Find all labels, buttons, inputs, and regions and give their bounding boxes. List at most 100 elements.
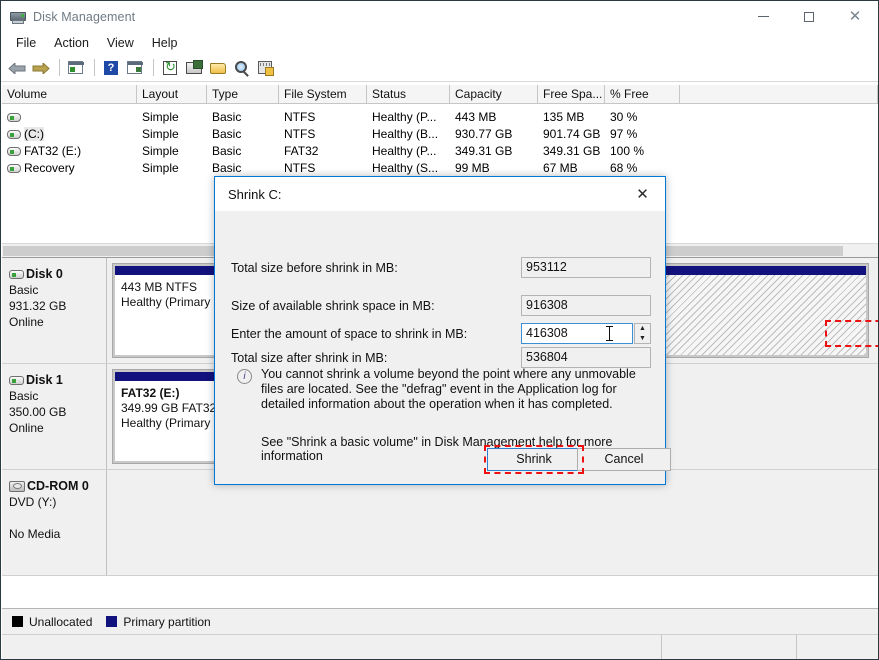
label-shrink-amount: Enter the amount of space to shrink in M…	[231, 327, 468, 341]
cell-free-space: 135 MB	[543, 109, 585, 124]
stepper-up-icon[interactable]: ▲	[635, 324, 650, 334]
disk-info-1: Disk 1 Basic 350.00 GB Online	[2, 364, 107, 469]
minimize-button[interactable]	[740, 1, 786, 32]
disk-size: 350.00 GB	[9, 405, 67, 419]
dialog-body: Total size before shrink in MB: 953112 S…	[215, 211, 878, 486]
disk-icon	[9, 376, 24, 386]
cell-capacity: 443 MB	[455, 109, 497, 124]
cell-file-system: NTFS	[284, 109, 316, 124]
up-one-level-icon[interactable]	[65, 57, 87, 79]
disk-state: Online	[9, 421, 44, 435]
shrink-button[interactable]: Shrink	[487, 448, 581, 471]
dialog-title: Shrink C:	[228, 186, 282, 202]
rescan-disks-icon[interactable]	[183, 57, 205, 79]
forward-icon[interactable]	[30, 57, 52, 79]
shrink-amount-stepper[interactable]: ▲ ▼	[634, 323, 651, 344]
cell-percent-free: 97 %	[610, 126, 638, 141]
label-total-size-before: Total size before shrink in MB:	[231, 261, 398, 275]
cell-volume: (C:)	[24, 126, 44, 141]
disk-name: Disk 1	[26, 373, 63, 387]
disk-info-0: Disk 0 Basic 931.32 GB Online	[2, 258, 107, 363]
legend-label-unallocated: Unallocated	[29, 614, 93, 629]
table-row[interactable]: Recovery Simple Basic NTFS Healthy (S...…	[2, 159, 878, 176]
refresh-icon[interactable]	[159, 57, 181, 79]
toolbar-separator	[94, 59, 95, 76]
column-header-file-system[interactable]: File System	[279, 85, 367, 104]
status-bar	[2, 634, 878, 659]
column-header-status[interactable]: Status	[367, 85, 450, 104]
disk-empty-area	[113, 476, 872, 569]
status-cell-main	[2, 635, 662, 659]
dialog-close-button[interactable]: ✕	[620, 177, 665, 211]
label-available-shrink-space: Size of available shrink space in MB:	[231, 299, 435, 313]
disk-type: DVD (Y:)	[9, 495, 57, 509]
disk-management-icon	[10, 9, 26, 25]
cell-layout: Simple	[142, 109, 179, 124]
column-header-type[interactable]: Type	[207, 85, 279, 104]
column-header-filler[interactable]	[680, 85, 878, 104]
cell-status: Healthy (P...	[372, 143, 437, 158]
toolbar: ?	[1, 54, 878, 82]
legend-label-primary-partition: Primary partition	[123, 614, 211, 629]
cell-status: Healthy (S...	[372, 160, 439, 175]
cell-file-system: FAT32	[284, 143, 319, 158]
stepper-down-icon[interactable]: ▼	[635, 334, 650, 344]
volume-list-header: Volume Layout Type File System Status Ca…	[2, 85, 878, 104]
close-button[interactable]: ✕	[832, 1, 878, 32]
volume-icon	[7, 146, 21, 156]
cancel-button[interactable]: Cancel	[577, 448, 671, 471]
show-hide-console-tree-icon[interactable]	[124, 57, 146, 79]
window-title: Disk Management	[33, 9, 136, 24]
disk-info-2: CD-ROM 0 DVD (Y:) No Media	[2, 470, 107, 575]
table-row[interactable]: FAT32 (E:) Simple Basic FAT32 Healthy (P…	[2, 142, 878, 159]
menu-item-file[interactable]: File	[7, 34, 45, 52]
legend-swatch-unallocated	[12, 616, 23, 627]
info-text: You cannot shrink a volume beyond the po…	[261, 367, 636, 411]
toolbar-separator	[153, 59, 154, 76]
column-header-volume[interactable]: Volume	[2, 85, 137, 104]
volume-icon	[7, 163, 21, 173]
value-available-shrink-space: 916308	[521, 295, 651, 316]
value-total-size-after: 536804	[521, 347, 651, 368]
open-icon[interactable]	[207, 57, 229, 79]
dialog-title-bar: Shrink C: ✕	[215, 177, 665, 211]
volume-icon	[7, 129, 21, 139]
configure-icon[interactable]	[255, 57, 277, 79]
cell-free-space: 349.31 GB	[543, 143, 601, 158]
table-row[interactable]: Simple Basic NTFS Healthy (P... 443 MB 1…	[2, 108, 878, 125]
window-controls: ✕	[740, 1, 878, 32]
menu-bar: File Action View Help	[1, 32, 878, 54]
disk-name: Disk 0	[26, 267, 63, 281]
cell-capacity: 930.77 GB	[455, 126, 513, 141]
column-header-layout[interactable]: Layout	[137, 85, 207, 104]
back-icon[interactable]	[6, 57, 28, 79]
text-cursor-icon	[606, 326, 613, 341]
disk-type: Basic	[9, 283, 39, 297]
cell-percent-free: 100 %	[610, 143, 645, 158]
shrink-amount-input[interactable]: 416308	[521, 323, 633, 344]
legend-swatch-primary-partition	[106, 616, 118, 627]
cell-free-space: 67 MB	[543, 160, 578, 175]
menu-item-help[interactable]: Help	[143, 34, 187, 52]
disk-icon	[9, 270, 24, 280]
table-row[interactable]: (C:) Simple Basic NTFS Healthy (B... 930…	[2, 125, 878, 142]
maximize-icon	[804, 11, 814, 22]
disk-state: Online	[9, 315, 44, 329]
field-row-shrink-amount: Enter the amount of space to shrink in M…	[215, 319, 878, 347]
menu-item-action[interactable]: Action	[45, 34, 98, 52]
disk-empty-area	[660, 370, 872, 463]
cell-type: Basic	[212, 160, 242, 175]
column-header-capacity[interactable]: Capacity	[450, 85, 538, 104]
shrink-amount-field-group: 416308 ▲ ▼	[521, 320, 878, 347]
column-header-percent-free[interactable]: % Free	[605, 85, 680, 104]
volume-list-body: Simple Basic NTFS Healthy (P... 443 MB 1…	[2, 104, 878, 176]
cell-percent-free: 30 %	[610, 109, 638, 124]
column-header-free-space[interactable]: Free Spa...	[538, 85, 605, 104]
properties-magnifier-icon[interactable]	[231, 57, 253, 79]
cell-status: Healthy (B...	[372, 126, 439, 141]
title-bar: Disk Management ✕	[1, 1, 878, 32]
maximize-button[interactable]	[786, 1, 832, 32]
menu-item-view[interactable]: View	[98, 34, 143, 52]
help-icon[interactable]: ?	[100, 57, 122, 79]
close-icon: ✕	[636, 186, 649, 203]
